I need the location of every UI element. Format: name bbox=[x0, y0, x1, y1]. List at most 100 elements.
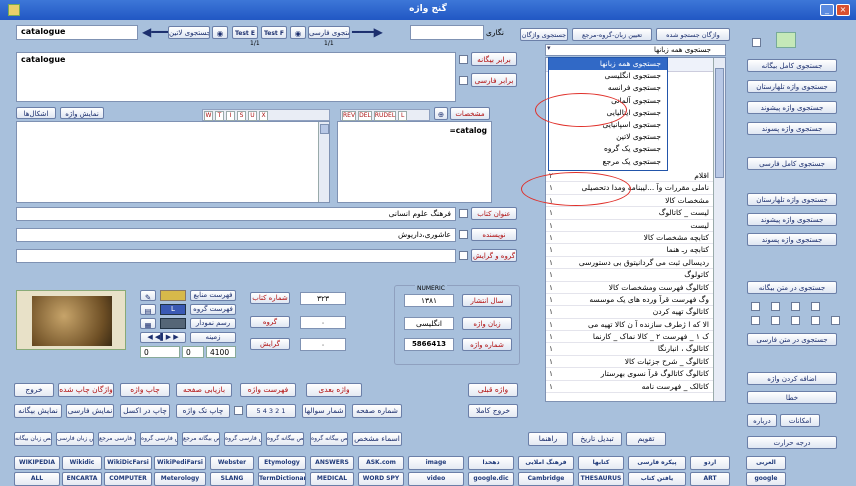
list-item[interactable]: ۱ لیست _ کاتالوگ bbox=[546, 207, 713, 220]
date-change-button[interactable]: تبدیل تاریخ bbox=[572, 432, 622, 446]
entry-number-label[interactable]: شماره کتاب bbox=[250, 292, 290, 304]
word-equivalent-button-2[interactable]: جستجوی واژه تلها‌رستان bbox=[747, 193, 837, 206]
option-checkbox[interactable] bbox=[752, 38, 761, 47]
link-corpus[interactable]: پیکره فارسی bbox=[628, 456, 686, 470]
right-search-field[interactable] bbox=[410, 25, 484, 40]
full-latin-search-button[interactable]: جستجوی کامل بیگانه bbox=[747, 59, 837, 72]
author-button[interactable]: نویسنده bbox=[471, 228, 517, 241]
background-button[interactable]: زمینه bbox=[190, 332, 236, 343]
dropdown-option[interactable]: جستجوی یک گروه bbox=[549, 143, 667, 155]
dropdown-option[interactable]: جستجوی لاتین bbox=[549, 131, 667, 143]
language-button[interactable]: زبان واژه bbox=[462, 317, 512, 330]
fade-button[interactable]: مشخص فارسی گروه bbox=[224, 432, 262, 446]
link-image[interactable]: image bbox=[408, 456, 464, 470]
specs-button[interactable]: مشخصات bbox=[450, 107, 490, 120]
tb-w[interactable]: W bbox=[204, 111, 213, 121]
checkbox[interactable] bbox=[791, 302, 800, 311]
book-title-button[interactable]: عنوان کتاب bbox=[471, 207, 517, 220]
field-one[interactable]: 0 bbox=[140, 346, 180, 358]
editor-scrollbar[interactable] bbox=[318, 122, 329, 202]
tab-language-group[interactable]: تعیین زبان-گروه-مرجع bbox=[572, 28, 652, 41]
book-title-checkbox[interactable] bbox=[459, 209, 468, 218]
checkbox[interactable] bbox=[831, 316, 840, 325]
tb-t[interactable]: T bbox=[215, 111, 224, 121]
latin-search-button[interactable]: جستجوی لاتین bbox=[168, 26, 210, 39]
link-wikidic[interactable]: Wikidic bbox=[62, 456, 102, 470]
word-equivalent-button[interactable]: جستجوی واژه تلها‌رستان bbox=[747, 80, 837, 93]
list-item[interactable]: ۱ک ۱ _ فهرست ۲ _ کالا نماک _ کارنما bbox=[546, 331, 713, 344]
color-swatch[interactable] bbox=[776, 32, 796, 48]
latin-equiv-checkbox[interactable] bbox=[459, 55, 468, 64]
entry-number-field[interactable]: ۳۲۳ bbox=[300, 292, 346, 305]
tb-rudel[interactable]: RUDEL bbox=[373, 111, 397, 121]
tb-x[interactable]: X bbox=[259, 111, 268, 121]
persian-editor[interactable] bbox=[16, 121, 330, 203]
link-ask[interactable]: ASK.com bbox=[358, 456, 404, 470]
checkbox[interactable] bbox=[791, 316, 800, 325]
print-words-button[interactable]: واژگان چاپ شده bbox=[58, 383, 114, 397]
list-item[interactable]: ۱ کاتالوگ کاتالوگ قرآ نسوی بهرستار bbox=[546, 368, 713, 381]
field-two[interactable]: 0 bbox=[182, 346, 204, 358]
list-item[interactable]: ۱ کاتالوگ _ شرح جزئیات کالا bbox=[546, 356, 713, 369]
author-field[interactable]: عاشوری،داریوش bbox=[16, 228, 456, 242]
nav-arrows[interactable]: ◀ ◀▌▶ ▶ bbox=[140, 332, 186, 343]
show-persian-button[interactable]: نمایش فارسی bbox=[66, 404, 114, 418]
settings-button[interactable]: امکانات bbox=[780, 414, 820, 427]
link-termdictionary[interactable]: TermDictionary bbox=[258, 472, 306, 486]
list-item[interactable]: ۱ کاتالوگ ، انبارنگا bbox=[546, 343, 713, 356]
checkbox[interactable] bbox=[771, 302, 780, 311]
link-slang[interactable]: SLANG bbox=[210, 472, 254, 486]
page-numbers[interactable]: 5 4 3 2 1 bbox=[246, 404, 296, 418]
search-input[interactable]: catalogue bbox=[16, 25, 138, 40]
add-word-button[interactable]: اضافه کردن واژه bbox=[747, 372, 837, 385]
fade-button[interactable]: مشخص زبان فارسی bbox=[56, 432, 94, 446]
calendar-button[interactable]: تقویم bbox=[626, 432, 666, 446]
rating-button[interactable]: درجه حرارت bbox=[747, 436, 837, 449]
link-dehkhoda[interactable]: دهخدا bbox=[468, 456, 514, 470]
show-latin-button[interactable]: نمایش بیگانه bbox=[14, 404, 62, 418]
dropdown-option[interactable]: جستجوی یک مرجع bbox=[549, 156, 667, 168]
group-field[interactable] bbox=[16, 249, 456, 263]
checkbox[interactable] bbox=[811, 316, 820, 325]
tb-rev[interactable]: REV bbox=[342, 111, 357, 121]
latin-equivalent-button[interactable]: برابر بیگانه bbox=[471, 52, 517, 66]
print-word-button[interactable]: چاپ واژه bbox=[120, 383, 170, 397]
definition-editor[interactable]: =catalog bbox=[337, 121, 492, 203]
tb-s[interactable]: S bbox=[237, 111, 246, 121]
link-thesaurus[interactable]: THESAURUS bbox=[578, 472, 624, 486]
error-button[interactable]: خطا bbox=[747, 391, 837, 404]
list-item[interactable]: ۱ کاتولوگ bbox=[546, 269, 713, 282]
tb-del[interactable]: DEL bbox=[358, 111, 372, 121]
link-video[interactable]: video bbox=[408, 472, 464, 486]
speaker-icon[interactable]: ◉ bbox=[212, 26, 228, 39]
tb-u[interactable]: U bbox=[248, 111, 257, 121]
dropdown-option[interactable]: جستجوی همه زبانها bbox=[549, 58, 667, 71]
list-scroll-thumb[interactable] bbox=[715, 68, 724, 178]
link-computer[interactable]: COMPUTER bbox=[104, 472, 152, 486]
link-find-book[interactable]: یافتن کتاب bbox=[628, 472, 686, 486]
link-meterology[interactable]: Meterology bbox=[154, 472, 206, 486]
list-item[interactable]: ۱ کتابچه مشخصات کالا bbox=[546, 232, 713, 245]
persian-equivalent-button[interactable]: برابر فارسی bbox=[471, 73, 517, 87]
print-excel-button[interactable]: چاپ در اکسل bbox=[120, 404, 170, 418]
link-answers[interactable]: ANSWERS bbox=[310, 456, 354, 470]
fade-button[interactable]: مشخص زبان بیگانه bbox=[14, 432, 52, 446]
word-number-button[interactable]: شماره واژه bbox=[462, 338, 512, 351]
checkbox[interactable] bbox=[751, 316, 760, 325]
fade-button[interactable]: مشخص بیگانه گروه bbox=[266, 432, 304, 446]
minimize-button[interactable]: _ bbox=[820, 4, 834, 16]
prev-word-button[interactable]: واژه قبلی bbox=[468, 383, 518, 397]
link-wikipedia[interactable]: WIKIPEDIA bbox=[14, 456, 60, 470]
in-persian-text-button[interactable]: جستجوی در متن فارسی bbox=[747, 333, 837, 346]
group-label[interactable]: گروه bbox=[250, 316, 290, 328]
link-google[interactable]: google bbox=[746, 472, 786, 486]
fade-button[interactable]: مشخص بیگانه گروه bbox=[310, 432, 348, 446]
fade-button[interactable]: مشخص بیگانه مرجع bbox=[182, 432, 220, 446]
list-scrollbar[interactable] bbox=[713, 58, 725, 401]
draw-chart-button[interactable]: رسم نمودار bbox=[190, 318, 236, 329]
language-field[interactable]: انگلیسی bbox=[404, 317, 454, 330]
close-button[interactable]: × bbox=[836, 4, 850, 16]
link-wordspy[interactable]: WORD SPY bbox=[358, 472, 404, 486]
list-item[interactable]: ۱ لیست bbox=[546, 220, 713, 232]
test-f-button[interactable]: Test F bbox=[261, 26, 287, 39]
